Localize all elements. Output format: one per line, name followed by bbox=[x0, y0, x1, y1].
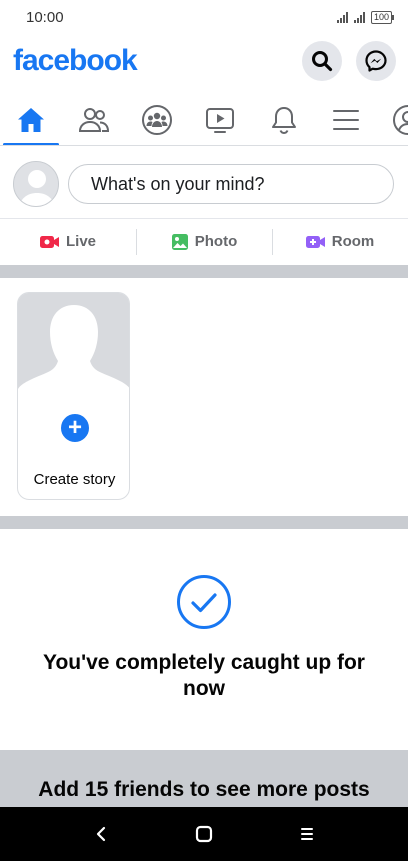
status-icons: 100 bbox=[336, 10, 395, 24]
home-icon bbox=[18, 108, 44, 132]
caught-up-section: You've completely caught up for now bbox=[0, 530, 408, 750]
live-button[interactable]: Live bbox=[0, 233, 136, 250]
facebook-logo[interactable]: facebook bbox=[13, 44, 138, 78]
groups-icon bbox=[142, 105, 172, 135]
live-video-icon bbox=[39, 235, 59, 248]
tab-profile[interactable] bbox=[378, 94, 408, 145]
status-time: 10:00 bbox=[26, 8, 64, 26]
recents-icon bbox=[300, 828, 313, 840]
post-composer: What's on your mind? bbox=[0, 156, 408, 212]
room-icon bbox=[305, 235, 325, 248]
add-friends-title: Add 15 friends to see more posts bbox=[38, 778, 370, 801]
whats-on-your-mind-input[interactable]: What's on your mind? bbox=[68, 164, 394, 204]
photo-icon bbox=[171, 233, 188, 250]
composer-actions: Live Photo Room bbox=[0, 218, 408, 264]
create-story-label: Create story bbox=[33, 471, 116, 488]
system-navigation-bar bbox=[0, 807, 408, 861]
room-button[interactable]: Room bbox=[272, 229, 408, 255]
status-bar: 10:00 100 bbox=[0, 0, 408, 34]
back-icon bbox=[97, 826, 106, 842]
recents-button[interactable] bbox=[287, 814, 327, 854]
default-avatar-icon bbox=[14, 162, 58, 206]
avatar[interactable] bbox=[13, 161, 59, 207]
menu-icon bbox=[333, 110, 359, 130]
section-divider bbox=[0, 516, 408, 529]
tab-home[interactable] bbox=[1, 94, 61, 145]
section-divider bbox=[0, 265, 408, 278]
story-profile-image bbox=[18, 293, 129, 430]
stories-section: + Create story bbox=[0, 278, 408, 516]
home-square-icon bbox=[195, 825, 213, 843]
tab-watch[interactable] bbox=[190, 94, 250, 145]
default-avatar-icon bbox=[18, 293, 129, 430]
back-button[interactable] bbox=[81, 814, 121, 854]
photo-label: Photo bbox=[194, 233, 238, 250]
create-story-card[interactable]: + Create story bbox=[17, 292, 130, 500]
signal-icon bbox=[336, 11, 348, 23]
battery-icon: 100 bbox=[370, 10, 395, 24]
tab-groups[interactable] bbox=[127, 94, 187, 145]
room-label: Room bbox=[331, 233, 375, 250]
signal-icon bbox=[353, 11, 365, 23]
tab-menu[interactable] bbox=[316, 94, 376, 145]
video-icon bbox=[206, 108, 234, 133]
photo-button[interactable]: Photo bbox=[136, 228, 272, 255]
search-icon bbox=[312, 51, 333, 72]
caught-up-title: You've completely caught up for now bbox=[43, 651, 365, 700]
messenger-button[interactable] bbox=[356, 41, 396, 81]
messenger-icon bbox=[365, 50, 387, 72]
bell-icon bbox=[272, 107, 296, 135]
friends-icon bbox=[78, 108, 110, 132]
live-label: Live bbox=[65, 233, 96, 250]
search-button[interactable] bbox=[302, 41, 342, 81]
home-button[interactable] bbox=[184, 814, 224, 854]
app-header: facebook bbox=[0, 38, 408, 84]
check-circle-icon bbox=[177, 575, 231, 629]
nav-tabs bbox=[0, 94, 408, 146]
tab-notifications[interactable] bbox=[254, 94, 314, 145]
profile-icon bbox=[393, 105, 408, 135]
add-story-icon: + bbox=[58, 411, 92, 445]
composer-placeholder: What's on your mind? bbox=[91, 173, 265, 194]
header-buttons bbox=[302, 41, 396, 81]
tab-friends[interactable] bbox=[64, 94, 124, 145]
